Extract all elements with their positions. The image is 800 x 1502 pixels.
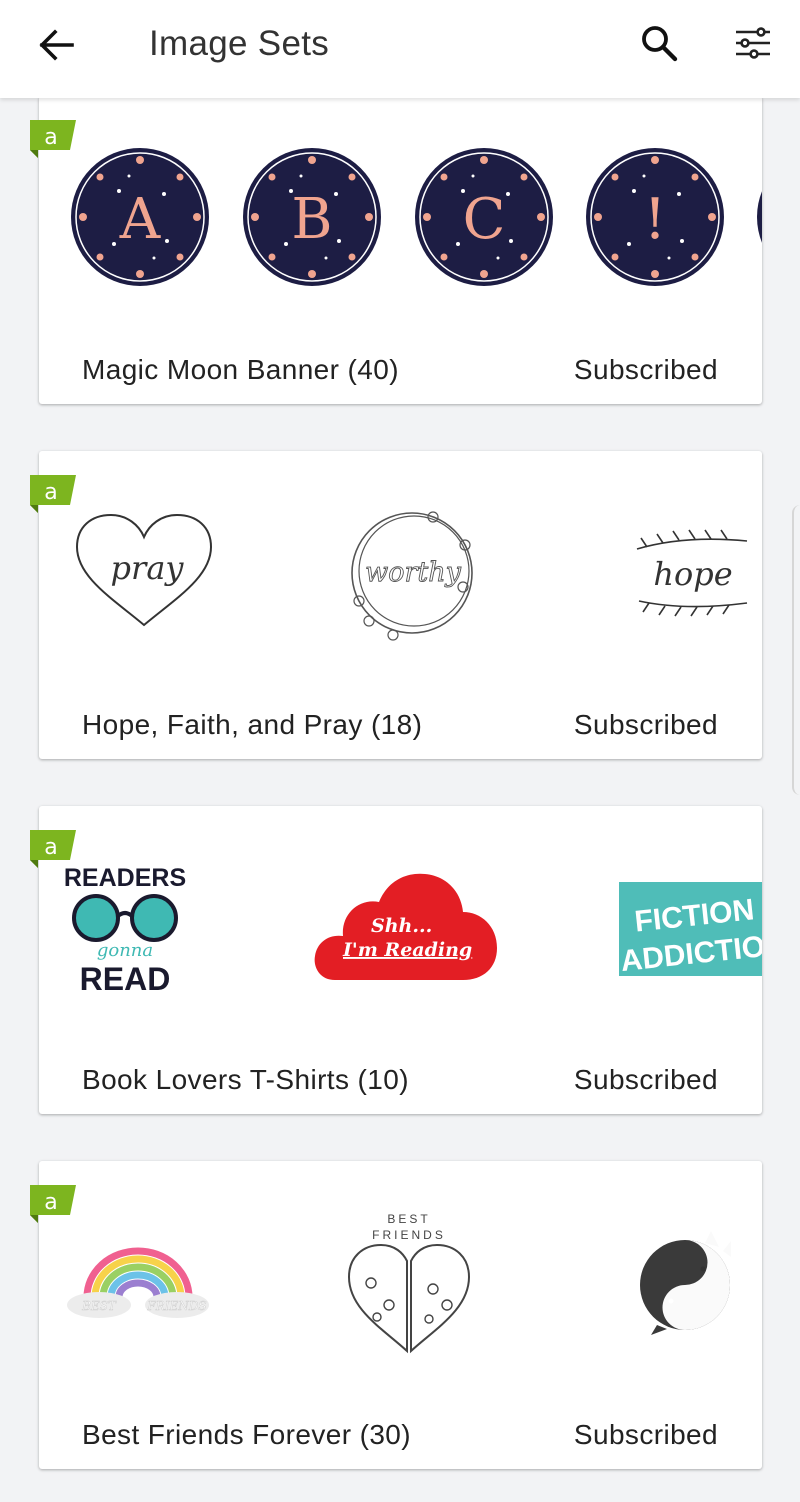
back-button[interactable] — [30, 22, 82, 68]
thumbnail-word: worthy — [365, 557, 462, 588]
subscription-status: Subscribed — [573, 709, 718, 740]
svg-text:a: a — [44, 480, 57, 505]
moon-letter-thumbnail: A — [71, 148, 209, 286]
filter-button[interactable] — [728, 18, 778, 68]
thumbnail-letter: ! — [644, 187, 667, 252]
access-badge-icon: a — [30, 475, 76, 513]
thumbnail-text: READERS — [64, 864, 186, 892]
svg-text:a: a — [44, 1190, 57, 1215]
pizza-heart-thumbnail: BEST FRIENDS — [347, 1212, 471, 1354]
moon-letter-thumbnail: C — [415, 148, 553, 286]
sliders-icon — [736, 27, 770, 59]
image-sets-list[interactable]: A B C ! Magic Moon Banner (40) Subscribe… — [0, 98, 800, 1502]
search-button[interactable] — [634, 18, 684, 68]
thumbnail-text: READ — [80, 961, 171, 997]
subscription-status: Subscribed — [573, 1064, 718, 1095]
subscription-status: Subscribed — [573, 354, 718, 385]
yin-yang-cats-thumbnail — [640, 1231, 731, 1335]
svg-text:a: a — [44, 835, 57, 860]
app-bar: Image Sets — [0, 0, 800, 98]
readers-gonna-read-thumbnail: READERS gonna READ — [64, 864, 186, 997]
svg-text:a: a — [44, 125, 57, 150]
thumbnail-word: pray — [111, 549, 185, 587]
image-set-card[interactable]: A B C ! Magic Moon Banner (40) Subscribe… — [39, 98, 762, 404]
moon-letter-thumbnail: ! — [586, 148, 724, 286]
image-set-name: Magic Moon Banner (40) — [82, 354, 399, 385]
access-badge-icon: a — [30, 1185, 76, 1223]
access-badge-icon: a — [30, 830, 76, 868]
hope-laurel-thumbnail: hope — [636, 529, 748, 617]
subscription-status: Subscribed — [573, 1419, 718, 1450]
worthy-wreath-thumbnail: worthy — [351, 511, 473, 641]
thumbnail-text: Shh... — [371, 915, 432, 937]
image-set-name: Best Friends Forever (30) — [82, 1419, 411, 1450]
search-icon — [642, 26, 678, 62]
thumbnail-strip: READERS gonna READ Shh... I'm Reading FI… — [39, 806, 762, 1046]
image-set-card[interactable]: pray worthy hope Hope, Faith, and Pray (… — [39, 451, 762, 759]
thumbnail-strip: A B C ! — [39, 98, 762, 336]
svg-text:FRIENDS: FRIENDS — [372, 1228, 446, 1242]
thumbnail-letter: C — [463, 187, 506, 252]
thumbnail-word: hope — [653, 555, 732, 593]
fiction-addiction-thumbnail: FICTION ADDICTION — [619, 882, 762, 976]
moon-letter-thumbnail: B — [243, 148, 381, 286]
edge-panel-handle[interactable] — [792, 505, 800, 795]
thumbnail-text: gonna — [97, 940, 153, 961]
arrow-left-icon — [39, 29, 74, 61]
thumbnail-letter: B — [291, 187, 332, 252]
shh-reading-cloud-thumbnail: Shh... I'm Reading — [314, 873, 497, 980]
page-title: Image Sets — [149, 24, 330, 63]
thumbnail-strip: BEST FRIENDS BEST FRIENDS — [39, 1161, 762, 1401]
thumbnail-letter: A — [119, 187, 161, 252]
thumbnail-strip: pray worthy hope — [39, 451, 762, 691]
image-set-card[interactable]: BEST FRIENDS BEST FRIENDS Best Friends F… — [39, 1161, 762, 1469]
moon-letter-thumbnail-partial — [757, 191, 762, 243]
rainbow-best-friends-thumbnail: BEST FRIENDS — [67, 1247, 209, 1318]
access-badge-icon: a — [30, 120, 76, 158]
svg-text:BEST: BEST — [387, 1212, 430, 1226]
thumbnail-text: I'm Reading — [342, 939, 472, 961]
pray-heart-thumbnail: pray — [75, 513, 213, 627]
image-set-name: Hope, Faith, and Pray (18) — [82, 709, 423, 740]
image-set-card[interactable]: READERS gonna READ Shh... I'm Reading FI… — [39, 806, 762, 1114]
thumbnail-text: FRIENDS — [146, 1299, 206, 1313]
image-set-name: Book Lovers T-Shirts (10) — [82, 1064, 409, 1095]
thumbnail-text: BEST — [81, 1299, 117, 1313]
